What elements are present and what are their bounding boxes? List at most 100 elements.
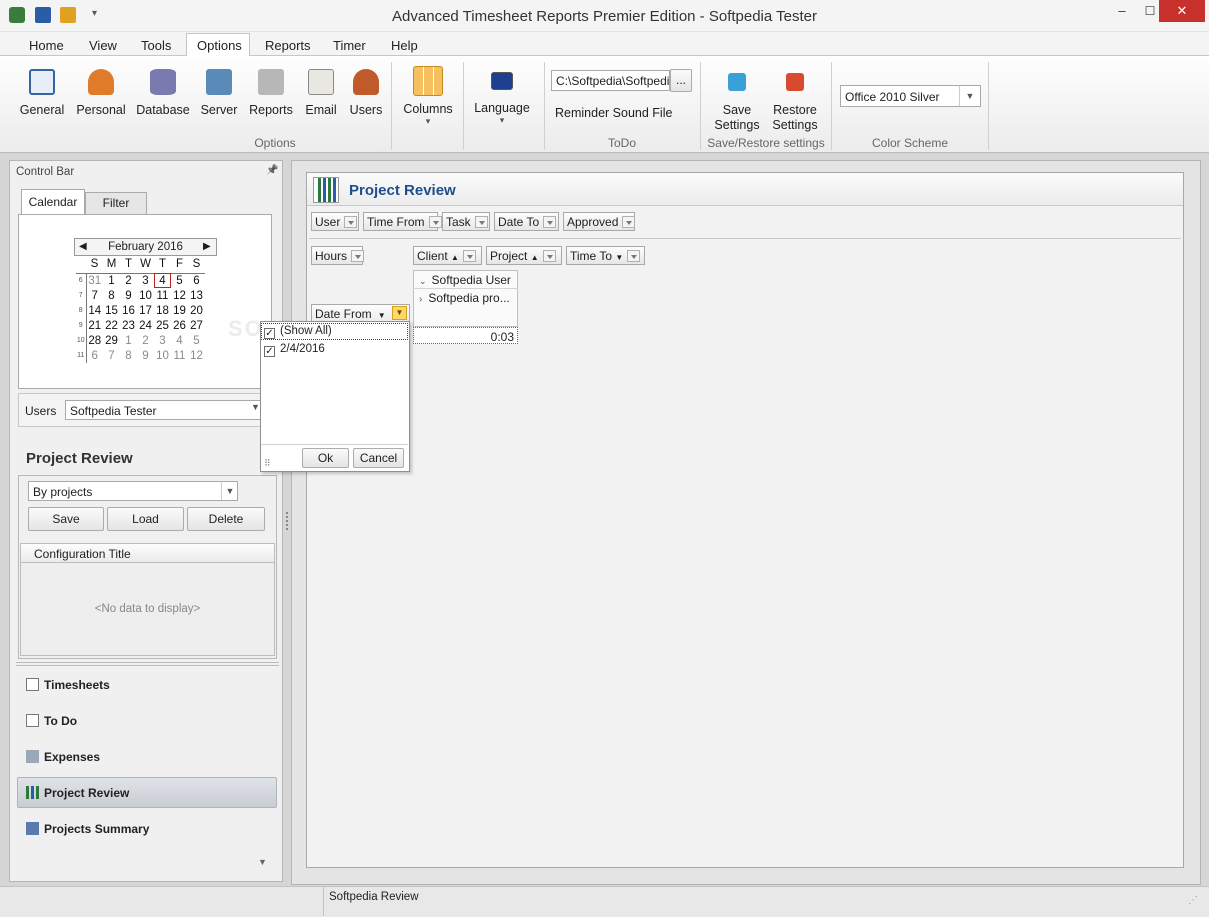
nav-timesheets[interactable]: Timesheets — [26, 678, 110, 692]
calendar-day[interactable]: 9 — [120, 288, 137, 303]
tab-filter[interactable]: Filter — [85, 192, 147, 215]
calendar-day[interactable]: 2 — [137, 333, 154, 348]
filter-dropdown-icon[interactable]: ▼ — [392, 306, 407, 320]
users-button[interactable]: Users — [348, 69, 384, 117]
menu-options[interactable]: Options — [197, 38, 242, 53]
tab-calendar[interactable]: Calendar — [21, 189, 85, 216]
browse-button[interactable]: ... — [670, 69, 692, 92]
calendar-day[interactable]: 16 — [120, 303, 137, 318]
menu-tools[interactable]: Tools — [141, 38, 171, 53]
expand-icon[interactable]: › — [419, 294, 422, 305]
language-button[interactable]: Language ▾ — [472, 72, 532, 126]
calendar-grid[interactable]: S M T W T F S 6 31 1 2 3 4 5 6 7 7 8 9 10 11 12 13 8 14 15 16 17 18 1… — [76, 256, 205, 363]
calendar-day[interactable]: 25 — [154, 318, 171, 333]
todo-path-input[interactable]: C:\Softpedia\Softpedia — [551, 70, 670, 91]
chevron-down-icon[interactable] — [543, 216, 557, 228]
calendar-day[interactable]: 7 — [103, 348, 120, 363]
calendar-day[interactable]: 17 — [137, 303, 154, 318]
chevron-down-icon[interactable] — [622, 216, 636, 228]
calendar-day[interactable]: 4 — [171, 333, 188, 348]
next-month-icon[interactable]: ▶ — [203, 241, 211, 252]
calendar-day[interactable]: 1 — [103, 273, 120, 288]
calendar-day[interactable]: 4 — [154, 273, 171, 288]
chevron-down-icon[interactable]: ▼ — [251, 402, 260, 412]
config-title-column-header[interactable]: Configuration Title — [20, 543, 275, 563]
chevron-down-icon[interactable] — [474, 216, 488, 228]
calendar-day[interactable]: 22 — [103, 318, 120, 333]
nav-project-review[interactable]: Project Review — [26, 786, 129, 800]
restore-settings-button[interactable]: Restore Settings — [766, 73, 824, 133]
menu-home[interactable]: Home — [29, 38, 64, 53]
chevron-down-icon[interactable] — [627, 250, 641, 262]
calendar-day[interactable]: 10 — [154, 348, 171, 363]
calendar-day[interactable]: 11 — [171, 348, 188, 363]
calendar-day[interactable]: 1 — [120, 333, 137, 348]
column-field-client[interactable]: Client ▲ — [413, 246, 482, 265]
delete-config-button[interactable]: Delete — [187, 507, 265, 531]
resize-grip-icon[interactable]: ⠿ — [264, 458, 271, 469]
show-all-option[interactable]: ✓ (Show All) — [264, 325, 332, 339]
chevron-down-icon[interactable] — [351, 250, 365, 262]
calendar-day[interactable]: 5 — [171, 273, 188, 288]
calendar-day[interactable]: 15 — [103, 303, 120, 318]
users-select[interactable]: Softpedia Tester — [65, 400, 265, 420]
column-value-client[interactable]: ⌄ Softpedia User — [419, 273, 511, 287]
chevron-down-icon[interactable] — [542, 250, 556, 262]
nav-todo[interactable]: To Do — [26, 714, 77, 728]
calendar-day[interactable]: 27 — [188, 318, 205, 333]
ok-button[interactable]: Ok — [302, 448, 349, 468]
calendar-day[interactable]: 23 — [120, 318, 137, 333]
menu-timer[interactable]: Timer — [333, 38, 366, 53]
calendar-day[interactable]: 9 — [137, 348, 154, 363]
date-option[interactable]: ✓ 2/4/2016 — [264, 343, 325, 357]
collapse-icon[interactable]: ⌄ — [419, 276, 427, 286]
filter-field-time-from[interactable]: Time From — [363, 212, 442, 231]
menu-reports[interactable]: Reports — [265, 38, 311, 53]
chevron-down-icon[interactable] — [462, 250, 476, 262]
filter-field-date-to[interactable]: Date To — [494, 212, 559, 231]
server-button[interactable]: Server — [198, 69, 240, 117]
chevron-down-icon[interactable]: ▼ — [959, 86, 980, 106]
chevron-down-icon[interactable] — [428, 216, 442, 228]
calendar-day[interactable]: 14 — [85, 303, 103, 318]
calendar-day[interactable]: 3 — [137, 273, 154, 288]
close-button[interactable]: ✕ — [1159, 0, 1205, 22]
personal-button[interactable]: Personal — [75, 69, 127, 117]
reports-button[interactable]: Reports — [247, 69, 295, 117]
calendar-day[interactable]: 29 — [103, 333, 120, 348]
filter-field-user[interactable]: User — [311, 212, 359, 231]
cancel-button[interactable]: Cancel — [353, 448, 404, 468]
data-field-hours[interactable]: Hours — [311, 246, 365, 265]
nav-projects-summary[interactable]: Projects Summary — [26, 822, 149, 836]
calendar-day[interactable]: 10 — [137, 288, 154, 303]
calendar-day[interactable]: 21 — [85, 318, 103, 333]
nav-expenses[interactable]: Expenses — [26, 750, 100, 764]
calendar-day[interactable]: 28 — [85, 333, 103, 348]
data-cell[interactable]: 0:03 — [413, 327, 518, 344]
menu-view[interactable]: View — [89, 38, 117, 53]
chevron-down-icon[interactable]: ▼ — [258, 857, 267, 867]
calendar-day[interactable]: 18 — [154, 303, 171, 318]
filter-field-approved[interactable]: Approved — [563, 212, 636, 231]
email-button[interactable]: Email — [302, 69, 340, 117]
load-config-button[interactable]: Load — [107, 507, 184, 531]
chevron-down-icon[interactable] — [344, 216, 358, 228]
calendar-day[interactable]: 3 — [154, 333, 171, 348]
columns-button[interactable]: Columns ▾ — [400, 66, 456, 127]
calendar-day[interactable]: 12 — [188, 348, 205, 363]
column-field-time-to[interactable]: Time To ▼ — [566, 246, 645, 265]
menu-help[interactable]: Help — [391, 38, 418, 53]
config-type-select[interactable]: By projects — [28, 481, 238, 501]
calendar-day[interactable]: 7 — [85, 288, 103, 303]
calendar-day[interactable]: 8 — [120, 348, 137, 363]
splitter[interactable] — [16, 662, 279, 666]
column-field-project[interactable]: Project ▲ — [486, 246, 562, 265]
calendar-day[interactable]: 5 — [188, 333, 205, 348]
calendar-day[interactable]: 8 — [103, 288, 120, 303]
calendar-day[interactable]: 19 — [171, 303, 188, 318]
general-button[interactable]: General — [17, 69, 67, 117]
calendar-day[interactable]: 2 — [120, 273, 137, 288]
save-settings-button[interactable]: Save Settings — [710, 73, 764, 133]
resize-grip-icon[interactable]: ⋰ — [1188, 895, 1198, 906]
calendar-day[interactable]: 20 — [188, 303, 205, 318]
